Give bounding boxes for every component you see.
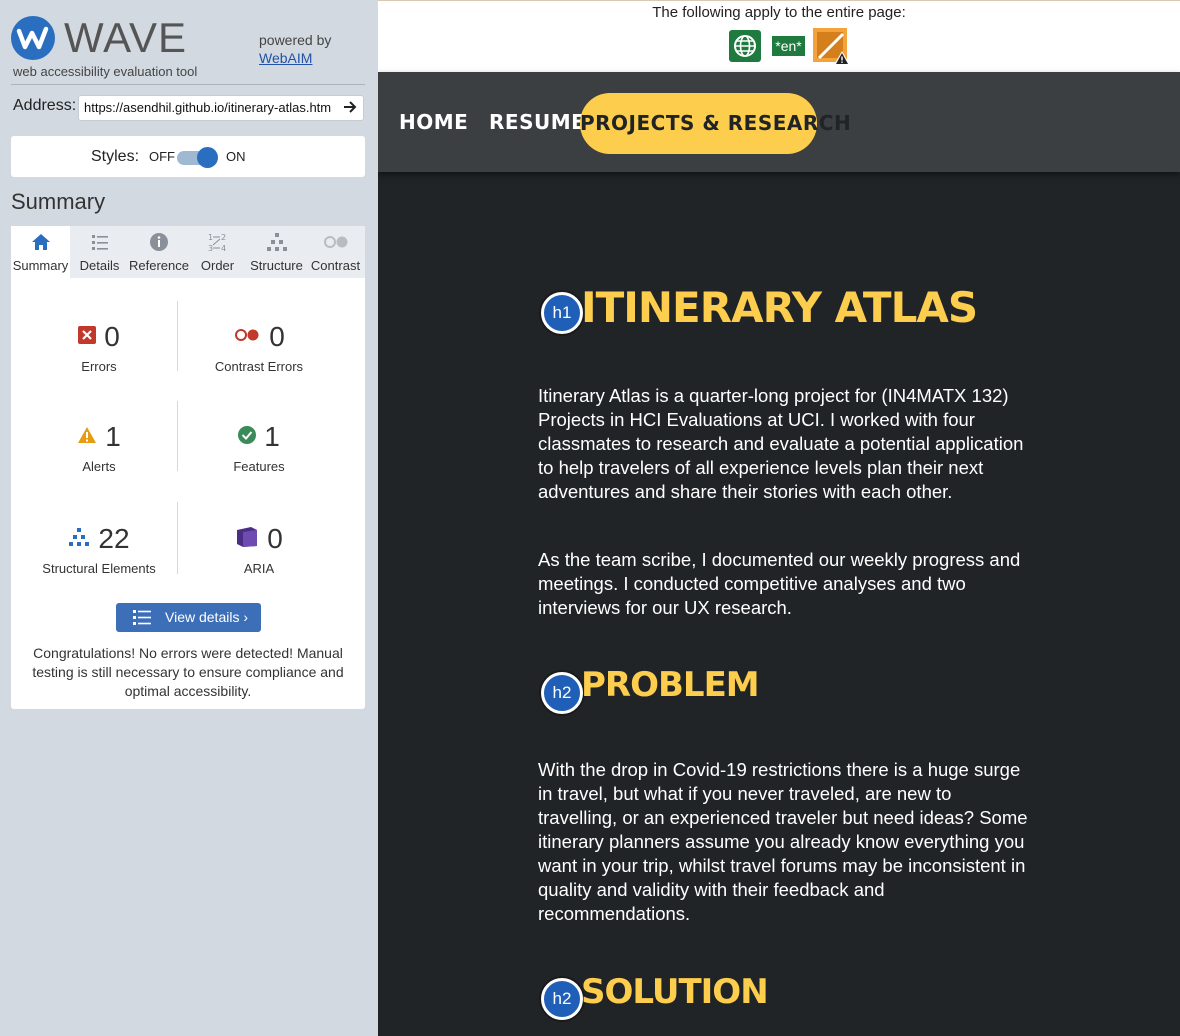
language-badge[interactable]: *en* xyxy=(772,36,805,56)
list-icon xyxy=(133,610,151,628)
h2-badge-icon[interactable]: h2 xyxy=(541,978,583,1020)
contrast-errors-count: 0 xyxy=(269,321,285,352)
page-icons-caption: The following apply to the entire page: xyxy=(652,4,906,21)
powered-by: powered by WebAIM xyxy=(259,31,331,67)
features-count: 1 xyxy=(264,421,280,452)
features-label: Features xyxy=(233,459,285,474)
wave-tabs: Summary Details Reference 1234 Order Str… xyxy=(11,226,365,278)
styles-toggle-card: Styles: OFF ON xyxy=(11,136,365,177)
arrow-right-icon[interactable] xyxy=(343,98,357,121)
wave-logo-icon xyxy=(11,16,55,60)
alerts-label: Alerts xyxy=(82,459,116,474)
svg-text:2: 2 xyxy=(221,233,226,242)
stat-aria[interactable]: 0 ARIA xyxy=(179,523,339,576)
info-icon xyxy=(129,232,188,254)
contrast-icon xyxy=(306,232,365,254)
aria-icon xyxy=(235,526,259,553)
errors-count: 0 xyxy=(104,321,120,352)
stat-structural-elements[interactable]: 22 Structural Elements xyxy=(19,523,179,576)
nav-projects-research[interactable]: PROJECTS & RESEARCH xyxy=(580,93,852,154)
tab-summary[interactable]: Summary xyxy=(11,226,70,278)
stat-contrast-errors[interactable]: 0 Contrast Errors xyxy=(179,321,339,374)
tab-reference[interactable]: Reference xyxy=(129,226,189,278)
tab-details[interactable]: Details xyxy=(70,226,129,278)
address-label: Address: xyxy=(13,97,77,114)
tab-label: Reference xyxy=(129,258,189,273)
svg-text:1: 1 xyxy=(208,233,213,242)
feature-check-icon xyxy=(238,425,257,449)
tab-label: Details xyxy=(79,258,120,273)
page-level-icons-bar: The following apply to the entire page: … xyxy=(378,0,1180,73)
evaluated-page: The following apply to the entire page: … xyxy=(378,0,1180,1036)
structure-icon xyxy=(68,527,90,552)
stat-errors[interactable]: 0 Errors xyxy=(19,321,179,374)
h2-badge-icon[interactable]: h2 xyxy=(541,672,583,714)
list-icon xyxy=(70,232,129,254)
summary-panel: Summary Details Reference 1234 Order Str… xyxy=(11,226,365,709)
intro-paragraph-1: Itinerary Atlas is a quarter-long projec… xyxy=(538,385,1024,502)
tab-label: Summary xyxy=(12,258,69,273)
aria-count: 0 xyxy=(267,523,283,554)
view-details-label: View details › xyxy=(165,609,249,625)
address-input[interactable]: https://asendhil.github.io/itinerary-atl… xyxy=(78,95,364,121)
tab-label: Contrast xyxy=(310,258,361,273)
page-title: ITINERARY ATLAS xyxy=(581,283,978,332)
problem-paragraph: With the drop in Covid-19 restrictions t… xyxy=(538,759,1028,924)
h1-badge-icon[interactable]: h1 xyxy=(541,292,583,334)
contrast-errors-label: Contrast Errors xyxy=(214,359,304,374)
stat-alerts[interactable]: 1 Alerts xyxy=(19,421,179,474)
alert-icon xyxy=(77,426,97,449)
styles-toggle-knob[interactable] xyxy=(197,147,218,168)
order-icon: 1234 xyxy=(188,232,247,254)
aria-label: ARIA xyxy=(243,561,275,576)
alerts-count: 1 xyxy=(105,421,121,452)
wave-sidebar: WAVE web accessibility evaluation tool p… xyxy=(0,0,378,1036)
language-globe-icon[interactable] xyxy=(729,30,761,67)
structural-count: 22 xyxy=(98,523,130,554)
tab-label: Order xyxy=(200,258,235,273)
errors-label: Errors xyxy=(81,359,117,374)
problem-heading: PROBLEM xyxy=(581,665,760,705)
site-nav: HOME RESUME PROJECTS & RESEARCH xyxy=(378,72,1180,172)
view-details-button[interactable]: View details › xyxy=(116,603,261,632)
missing-css-warning-icon[interactable] xyxy=(813,28,851,71)
nav-resume[interactable]: RESUME xyxy=(489,72,585,172)
tab-label: Structure xyxy=(250,258,303,273)
structural-label: Structural Elements xyxy=(42,561,156,576)
tab-contrast[interactable]: Contrast xyxy=(306,226,365,278)
home-icon xyxy=(11,232,70,254)
summary-heading: Summary xyxy=(11,189,106,214)
intro-paragraph-2: As the team scribe, I documented our wee… xyxy=(538,549,1021,618)
webaim-link[interactable]: WebAIM xyxy=(259,50,312,66)
wave-logo-text: WAVE xyxy=(64,14,188,61)
svg-text:3: 3 xyxy=(208,244,213,253)
wave-tagline: web accessibility evaluation tool xyxy=(13,64,198,79)
error-icon xyxy=(78,325,97,349)
stat-features[interactable]: 1 Features xyxy=(179,421,339,474)
svg-text:4: 4 xyxy=(221,244,226,253)
solution-heading: SOLUTION xyxy=(581,972,769,1012)
congrats-message: Congratulations! No errors were detected… xyxy=(32,645,344,699)
powered-by-label: powered by xyxy=(259,32,332,48)
styles-label: Styles: xyxy=(91,148,140,165)
nav-home[interactable]: HOME xyxy=(399,72,468,172)
structure-icon xyxy=(247,232,306,254)
tab-structure[interactable]: Structure xyxy=(247,226,306,278)
contrast-error-icon xyxy=(233,327,261,348)
nav-projects-label: PROJECTS & RESEARCH xyxy=(580,111,852,135)
styles-on-label[interactable]: ON xyxy=(226,149,246,164)
sidebar-divider xyxy=(11,84,365,85)
address-value[interactable]: https://asendhil.github.io/itinerary-atl… xyxy=(84,100,337,115)
tab-order[interactable]: 1234 Order xyxy=(188,226,247,278)
styles-off-label[interactable]: OFF xyxy=(149,149,175,164)
